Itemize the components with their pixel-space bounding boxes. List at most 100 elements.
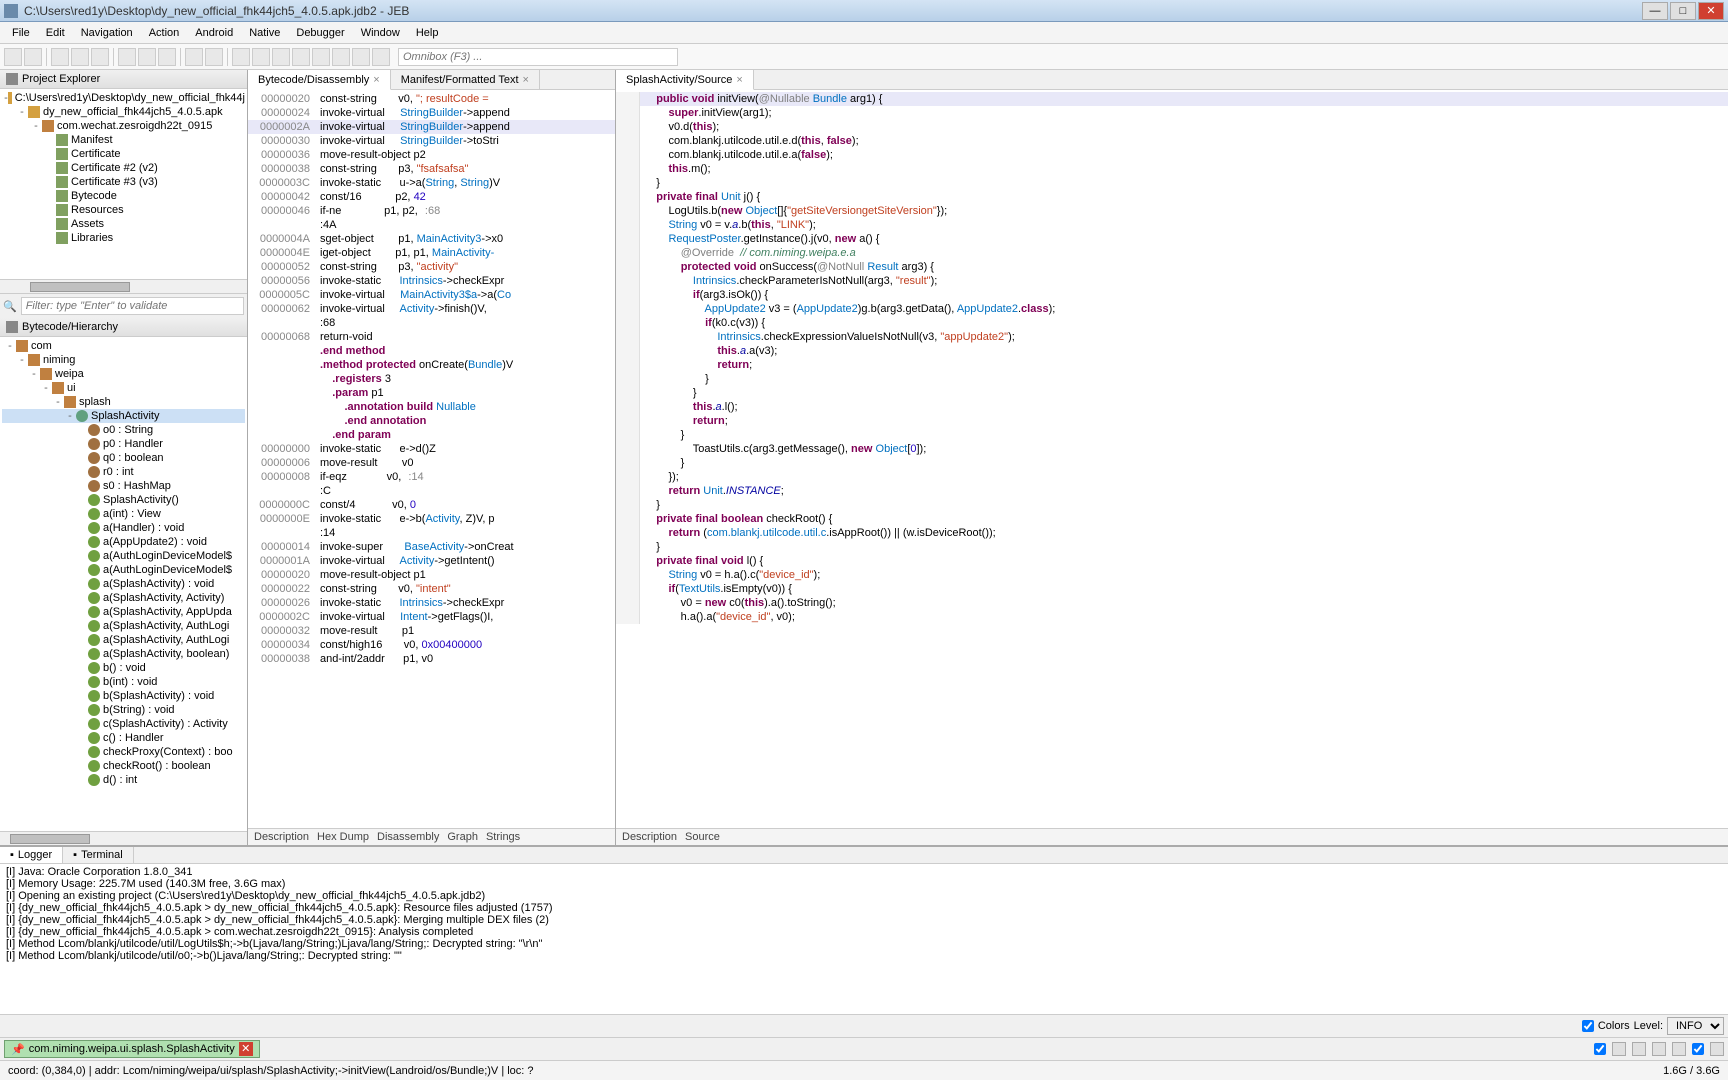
asm-line[interactable]: 0000002Cinvoke-virtual Intent->getFlags(… bbox=[248, 610, 615, 624]
source-line[interactable]: } bbox=[616, 176, 1728, 190]
tool-deb4[interactable] bbox=[292, 48, 310, 66]
asm-line[interactable]: 00000034const/high16 v0, 0x00400000 bbox=[248, 638, 615, 652]
source-line[interactable]: if(k0.c(v3)) { bbox=[616, 316, 1728, 330]
asm-line[interactable]: 00000014invoke-super BaseActivity->onCre… bbox=[248, 540, 615, 554]
asm-line[interactable]: 0000001Ainvoke-virtual Activity->getInte… bbox=[248, 554, 615, 568]
taskbar-btn2[interactable] bbox=[1632, 1042, 1646, 1056]
disassembly-view[interactable]: 00000020const-string v0, "; resultCode =… bbox=[248, 90, 615, 828]
hierarchy-row[interactable]: checkProxy(Context) : boo bbox=[2, 745, 245, 759]
tool-deb1[interactable] bbox=[232, 48, 250, 66]
sub-tab[interactable]: Graph bbox=[447, 831, 478, 843]
source-line[interactable]: this.a.l(); bbox=[616, 400, 1728, 414]
asm-line[interactable]: 00000038const-string p3, "fsafsafsa" bbox=[248, 162, 615, 176]
source-line[interactable]: }); bbox=[616, 470, 1728, 484]
maximize-button[interactable]: □ bbox=[1670, 2, 1696, 20]
sub-tab[interactable]: Source bbox=[685, 831, 720, 843]
hierarchy-row[interactable]: c() : Handler bbox=[2, 731, 245, 745]
taskbar-btn1[interactable] bbox=[1612, 1042, 1626, 1056]
tree-row[interactable]: Resources bbox=[2, 203, 245, 217]
tool-find[interactable] bbox=[185, 48, 203, 66]
asm-line[interactable]: :14 bbox=[248, 526, 615, 540]
hierarchy-row[interactable]: s0 : HashMap bbox=[2, 479, 245, 493]
tree-row[interactable]: Libraries bbox=[2, 231, 245, 245]
asm-line[interactable]: :4A bbox=[248, 218, 615, 232]
menu-file[interactable]: File bbox=[4, 25, 38, 41]
source-line[interactable]: private final void l() { bbox=[616, 554, 1728, 568]
asm-line[interactable]: 0000004Asget-object p1, MainActivity3->x… bbox=[248, 232, 615, 246]
hierarchy-row[interactable]: o0 : String bbox=[2, 423, 245, 437]
source-line[interactable]: com.blankj.utilcode.util.e.d(this, false… bbox=[616, 134, 1728, 148]
minimize-button[interactable]: — bbox=[1642, 2, 1668, 20]
menu-debugger[interactable]: Debugger bbox=[288, 25, 352, 41]
menu-android[interactable]: Android bbox=[187, 25, 241, 41]
tree-row[interactable]: -com.wechat.zesroigdh22t_0915 bbox=[2, 119, 245, 133]
source-line[interactable]: RequestPoster.getInstance().j(v0, new a(… bbox=[616, 232, 1728, 246]
tool-nav[interactable] bbox=[91, 48, 109, 66]
hierarchy-row[interactable]: q0 : boolean bbox=[2, 451, 245, 465]
logger-tab[interactable]: ▪Logger bbox=[0, 847, 63, 863]
asm-line[interactable]: .registers 3 bbox=[248, 372, 615, 386]
hierarchy-row[interactable]: -com bbox=[2, 339, 245, 353]
tool-goto[interactable] bbox=[205, 48, 223, 66]
asm-line[interactable]: 0000004Eiget-object p1, p1, MainActivity… bbox=[248, 246, 615, 260]
hierarchy-row[interactable]: -SplashActivity bbox=[2, 409, 245, 423]
taskbar-check1[interactable] bbox=[1594, 1043, 1606, 1055]
hierarchy-row[interactable]: r0 : int bbox=[2, 465, 245, 479]
tab-close-icon[interactable]: × bbox=[373, 74, 379, 86]
taskbar-btn5[interactable] bbox=[1710, 1042, 1724, 1056]
task-chip[interactable]: 📌 com.niming.weipa.ui.splash.SplashActiv… bbox=[4, 1040, 260, 1058]
hierarchy-row[interactable]: a(SplashActivity, AppUpda bbox=[2, 605, 245, 619]
asm-line[interactable]: 00000008if-eqz v0, :14 bbox=[248, 470, 615, 484]
tool-deb8[interactable] bbox=[372, 48, 390, 66]
taskbar-btn3[interactable] bbox=[1652, 1042, 1666, 1056]
tree-row[interactable]: Manifest bbox=[2, 133, 245, 147]
project-explorer-tree[interactable]: - C:\Users\red1y\Desktop\dy_new_official… bbox=[0, 89, 247, 279]
asm-line[interactable]: 00000030invoke-virtual StringBuilder->to… bbox=[248, 134, 615, 148]
tool-deb5[interactable] bbox=[312, 48, 330, 66]
tool-deb6[interactable] bbox=[332, 48, 350, 66]
omnibox-input[interactable] bbox=[398, 48, 678, 66]
asm-line[interactable]: 00000056invoke-static Intrinsics->checkE… bbox=[248, 274, 615, 288]
hierarchy-tree[interactable]: -com-niming-weipa-ui-splash-SplashActivi… bbox=[0, 337, 247, 831]
taskbar-btn4[interactable] bbox=[1672, 1042, 1686, 1056]
source-line[interactable]: } bbox=[616, 386, 1728, 400]
hierarchy-row[interactable]: d() : int bbox=[2, 773, 245, 787]
tree-row[interactable]: -dy_new_official_fhk44jch5_4.0.5.apk bbox=[2, 105, 245, 119]
source-line[interactable]: String v0 = v.a.b(this, "LINK"); bbox=[616, 218, 1728, 232]
source-line[interactable]: } bbox=[616, 498, 1728, 512]
hierarchy-row[interactable]: SplashActivity() bbox=[2, 493, 245, 507]
asm-line[interactable]: 00000000invoke-static e->d()Z bbox=[248, 442, 615, 456]
asm-line[interactable]: 00000042const/16 p2, 42 bbox=[248, 190, 615, 204]
source-line[interactable]: h.a().a("device_id", v0); bbox=[616, 610, 1728, 624]
asm-line[interactable]: 00000062invoke-virtual Activity->finish(… bbox=[248, 302, 615, 316]
hierarchy-row[interactable]: c(SplashActivity) : Activity bbox=[2, 717, 245, 731]
menu-edit[interactable]: Edit bbox=[38, 25, 73, 41]
hierarchy-row[interactable]: a(int) : View bbox=[2, 507, 245, 521]
colors-checkbox[interactable] bbox=[1582, 1020, 1594, 1032]
hierarchy-row[interactable]: p0 : Handler bbox=[2, 437, 245, 451]
tool-deb3[interactable] bbox=[272, 48, 290, 66]
asm-line[interactable]: .end annotation bbox=[248, 414, 615, 428]
taskbar-check2[interactable] bbox=[1692, 1043, 1704, 1055]
source-line[interactable]: } bbox=[616, 540, 1728, 554]
source-line[interactable]: @Override // com.niming.weipa.e.a bbox=[616, 246, 1728, 260]
tool-deb2[interactable] bbox=[252, 48, 270, 66]
menu-action[interactable]: Action bbox=[141, 25, 188, 41]
tab[interactable]: Bytecode/Disassembly× bbox=[248, 70, 391, 90]
hierarchy-row[interactable]: a(AuthLoginDeviceModel$ bbox=[2, 549, 245, 563]
hierarchy-row[interactable]: -splash bbox=[2, 395, 245, 409]
source-line[interactable]: LogUtils.b(new Object[]{"getSiteVersiong… bbox=[616, 204, 1728, 218]
hierarchy-row[interactable]: a(Handler) : void bbox=[2, 521, 245, 535]
asm-line[interactable]: 00000026invoke-static Intrinsics->checkE… bbox=[248, 596, 615, 610]
asm-line[interactable]: 00000032move-result p1 bbox=[248, 624, 615, 638]
hierarchy-row[interactable]: a(AuthLoginDeviceModel$ bbox=[2, 563, 245, 577]
source-line[interactable]: public void initView(@Nullable Bundle ar… bbox=[616, 92, 1728, 106]
asm-line[interactable]: 0000000Cconst/4 v0, 0 bbox=[248, 498, 615, 512]
asm-line[interactable]: .param p1 bbox=[248, 386, 615, 400]
tree-row[interactable]: Bytecode bbox=[2, 189, 245, 203]
hierarchy-row[interactable]: a(SplashActivity, AuthLogi bbox=[2, 633, 245, 647]
sub-tab[interactable]: Strings bbox=[486, 831, 520, 843]
hierarchy-row[interactable]: a(AppUpdate2) : void bbox=[2, 535, 245, 549]
source-line[interactable]: this.m(); bbox=[616, 162, 1728, 176]
hierarchy-row[interactable]: a(SplashActivity, Activity) bbox=[2, 591, 245, 605]
